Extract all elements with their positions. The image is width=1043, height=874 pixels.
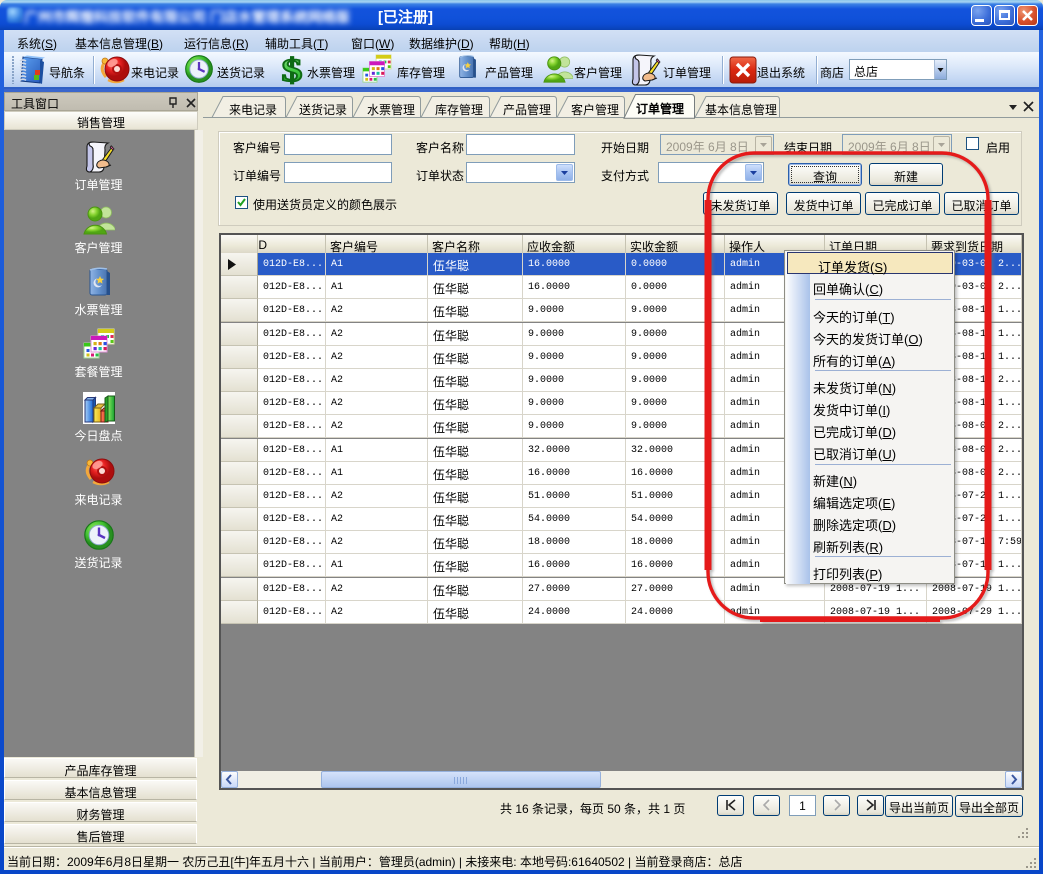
svg-text:$: $ bbox=[282, 54, 303, 86]
